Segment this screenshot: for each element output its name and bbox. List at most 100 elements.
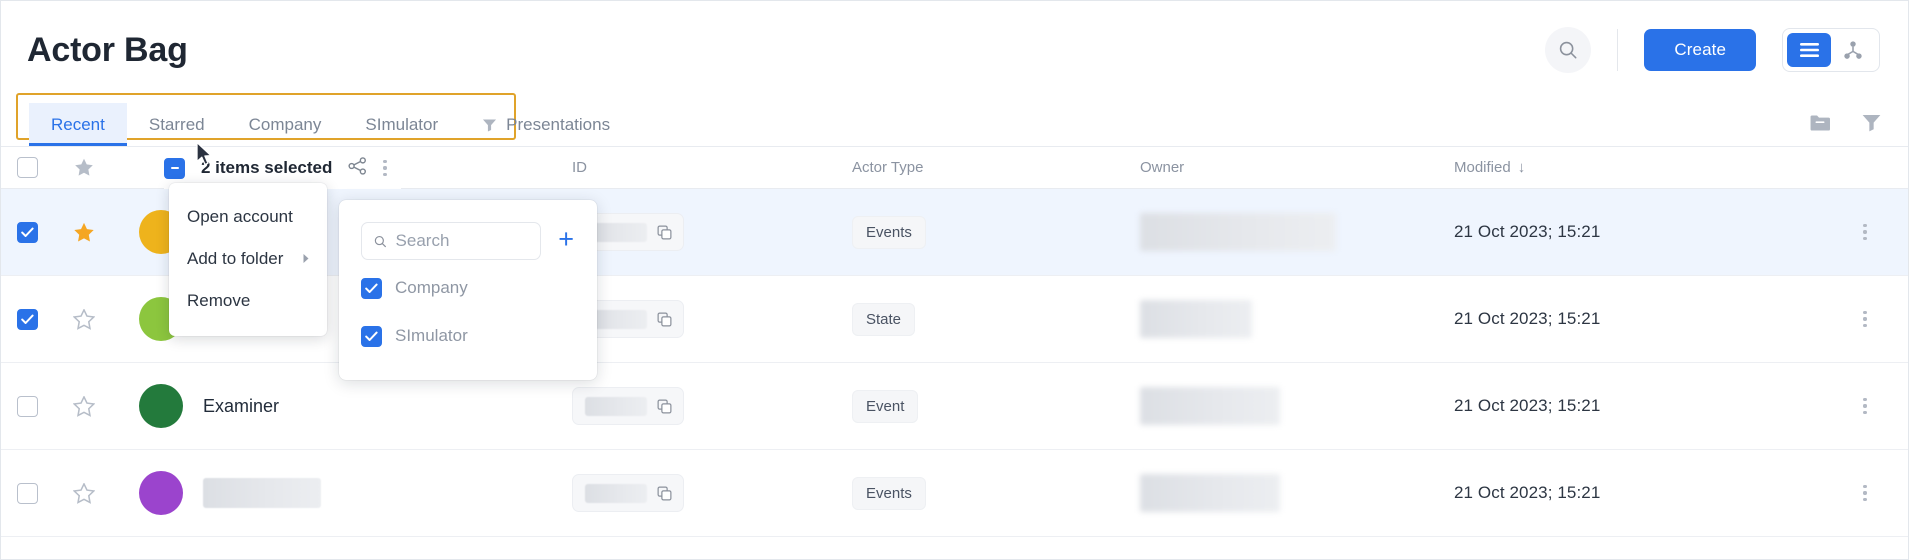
folder-option-company[interactable]: Company <box>361 268 577 308</box>
row-owner-cell <box>1138 213 1451 251</box>
row-checkbox[interactable] <box>16 221 38 243</box>
menu-item-remove[interactable]: Remove <box>169 280 327 322</box>
copy-icon[interactable] <box>657 225 672 240</box>
row-star-cell <box>53 222 115 243</box>
chevron-right-icon <box>302 249 311 269</box>
folder-button[interactable] <box>1809 114 1831 137</box>
row-checkbox[interactable] <box>16 395 38 417</box>
column-header-id: ID <box>572 159 587 176</box>
table-row[interactable]: Events 21 Oct 2023; 15:21 <box>1 450 1908 537</box>
star-header-cell <box>53 158 115 177</box>
redacted-owner <box>1140 474 1280 512</box>
selection-count-label: 2 items selected <box>201 158 333 177</box>
actor-type-chip: Event <box>852 389 919 423</box>
row-more-button[interactable] <box>1863 484 1867 502</box>
dot <box>383 159 387 164</box>
menu-item-open-account[interactable]: Open account <box>169 196 327 238</box>
row-modified-cell: 21 Oct 2023; 15:21 <box>1451 396 1822 416</box>
dot <box>1863 223 1867 228</box>
add-folder-button[interactable]: + <box>555 226 577 256</box>
actor-type-chip: Events <box>852 215 926 249</box>
row-more-button[interactable] <box>1863 223 1867 241</box>
row-type-cell: State <box>845 302 1138 336</box>
row-more-button[interactable] <box>1863 310 1867 328</box>
selection-indeterminate-checkbox[interactable] <box>164 157 185 179</box>
row-name-cell <box>115 471 540 515</box>
row-checkbox[interactable] <box>16 308 38 330</box>
folder-icon <box>1810 114 1830 131</box>
row-type-cell: Events <box>845 215 1138 249</box>
copy-icon[interactable] <box>657 486 672 501</box>
copy-icon[interactable] <box>657 399 672 414</box>
tab-starred-label: Starred <box>148 115 205 134</box>
list-view-button[interactable] <box>1787 33 1831 67</box>
row-menu-cell <box>1822 223 1908 241</box>
menu-item-add-to-folder[interactable]: Add to folder <box>169 238 327 280</box>
page-title: Actor Bag <box>27 30 188 69</box>
tab-company-label: Company <box>248 115 322 134</box>
check-icon <box>365 283 378 293</box>
folder-search-box[interactable] <box>361 222 542 260</box>
row-modified-cell: 21 Oct 2023; 15:21 <box>1451 222 1822 242</box>
row-id-cell <box>540 474 845 512</box>
redacted-owner <box>1140 300 1252 338</box>
tab-recent-label: Recent <box>51 115 105 134</box>
folder-search-input[interactable] <box>395 231 530 251</box>
filter-icon <box>1862 115 1881 132</box>
share-button[interactable] <box>348 156 367 180</box>
row-menu-cell <box>1822 484 1908 502</box>
row-checkbox[interactable] <box>16 482 38 504</box>
redacted-owner <box>1140 387 1280 425</box>
row-owner-cell <box>1138 387 1451 425</box>
selection-more-button[interactable] <box>383 159 387 177</box>
tab-presentations[interactable]: Presentations <box>460 103 632 147</box>
dot <box>383 166 387 170</box>
select-all-checkbox[interactable] <box>16 157 38 178</box>
folder-option-simulator-label: SImulator <box>395 326 468 345</box>
row-more-button[interactable] <box>1863 397 1867 415</box>
check-icon <box>365 331 378 341</box>
row-type-cell: Event <box>845 389 1138 423</box>
tab-bar: Recent Starred Company SImulator Present… <box>1 93 1908 147</box>
tab-recent[interactable]: Recent <box>29 103 127 147</box>
table-row[interactable]: Examiner Event 21 Oct 2023; 15:21 <box>1 363 1908 450</box>
id-chip[interactable] <box>572 387 684 425</box>
folder-option-checkbox[interactable] <box>361 277 382 299</box>
id-chip[interactable] <box>572 474 684 512</box>
type-header-cell: Actor Type <box>845 159 1138 176</box>
add-to-folder-submenu: + Company SImulator <box>339 200 597 380</box>
row-star-cell <box>53 308 115 330</box>
dot <box>1863 484 1867 489</box>
tab-simulator-label: SImulator <box>365 115 439 134</box>
modified-header-cell[interactable]: Modified ↓ <box>1451 159 1822 176</box>
header-divider <box>1617 29 1619 71</box>
dot <box>1863 491 1867 495</box>
search-icon <box>374 235 386 247</box>
folder-option-simulator[interactable]: SImulator <box>361 316 577 356</box>
star-icon[interactable] <box>73 482 95 504</box>
filter-button[interactable] <box>1861 113 1882 137</box>
tab-starred[interactable]: Starred <box>127 103 227 147</box>
sort-desc-icon: ↓ <box>1517 159 1526 176</box>
star-icon[interactable] <box>73 395 95 417</box>
graph-view-button[interactable] <box>1831 33 1875 67</box>
tab-simulator[interactable]: SImulator <box>343 103 460 147</box>
dot <box>1863 404 1867 408</box>
create-button[interactable]: Create <box>1644 29 1756 71</box>
tab-presentations-label: Presentations <box>506 115 611 134</box>
column-header-actor-type: Actor Type <box>852 159 924 176</box>
actor-name: Examiner <box>203 395 280 416</box>
minus-icon <box>170 167 179 169</box>
dot <box>1863 310 1867 315</box>
copy-icon[interactable] <box>657 312 672 327</box>
row-select-cell <box>1 221 53 243</box>
dot <box>1863 410 1867 415</box>
tab-company[interactable]: Company <box>227 103 344 147</box>
star-icon[interactable] <box>74 158 94 177</box>
search-button[interactable] <box>1545 27 1592 73</box>
star-icon[interactable] <box>73 308 95 330</box>
star-icon[interactable] <box>73 222 95 243</box>
row-menu-cell <box>1822 397 1908 415</box>
folder-option-checkbox[interactable] <box>361 325 382 347</box>
dot <box>1863 397 1867 402</box>
